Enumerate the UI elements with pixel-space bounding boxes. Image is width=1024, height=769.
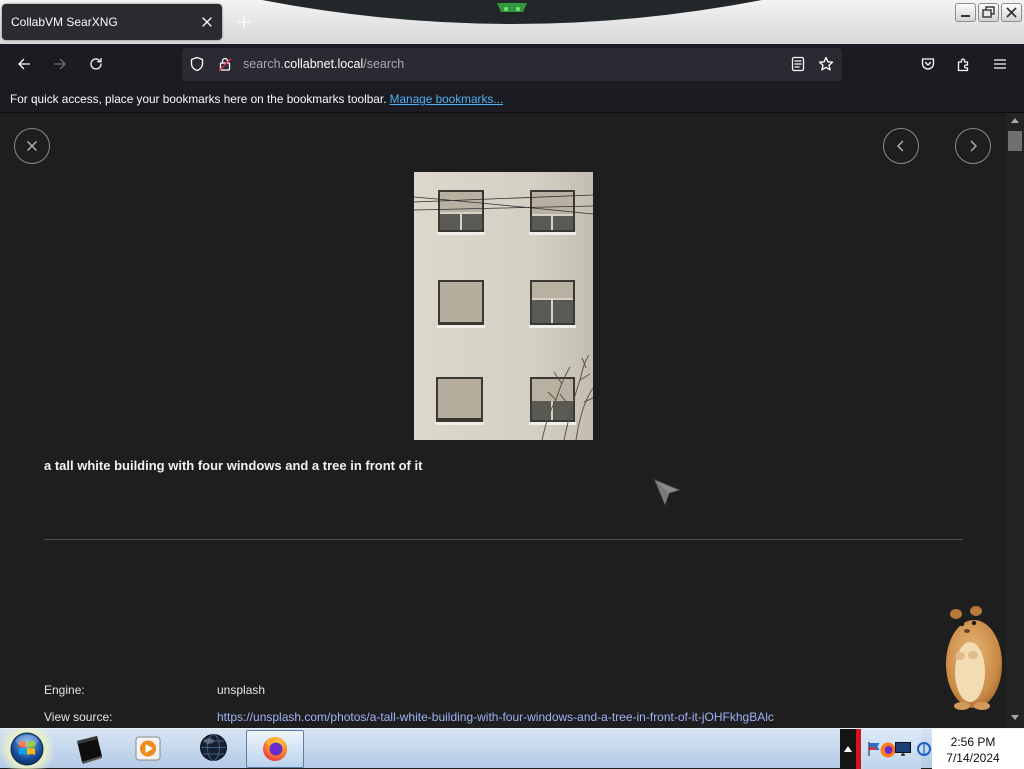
url-domain: collabnet.local (284, 57, 364, 71)
page-scrollbar[interactable] (1006, 113, 1024, 728)
hamster-overlay (946, 606, 1002, 710)
titlebar-decoration (262, 0, 762, 24)
bookmarks-hint-text: For quick access, place your bookmarks h… (10, 92, 387, 106)
scroll-down-arrow-icon[interactable] (1006, 711, 1024, 725)
pocket-button[interactable] (912, 48, 944, 80)
scroll-thumb[interactable] (1008, 131, 1022, 151)
notification-area (861, 729, 921, 769)
reader-view-icon[interactable] (790, 56, 806, 72)
next-image-button[interactable] (955, 128, 991, 164)
media-player-icon[interactable] (133, 733, 163, 763)
engine-label: Engine: (44, 683, 85, 697)
url-text[interactable]: search.collabnet.local/search (243, 57, 404, 72)
previous-image-button[interactable] (883, 128, 919, 164)
extensions-button[interactable] (948, 48, 980, 80)
clock-time: 2:56 PM (950, 735, 996, 749)
bookmark-star-icon[interactable] (818, 56, 834, 72)
reload-button[interactable] (80, 48, 112, 80)
show-hidden-icons-arrow-icon (844, 746, 852, 752)
url-subdomain: search. (243, 57, 284, 71)
display-icon[interactable] (894, 741, 912, 757)
tab-close-icon[interactable] (199, 14, 215, 30)
back-arrow-icon (16, 56, 32, 72)
start-orb-icon[interactable] (9, 731, 45, 767)
new-tab-plus-icon[interactable] (236, 14, 252, 30)
engine-value: unsplash (217, 683, 266, 697)
minimize-button[interactable] (955, 3, 976, 22)
close-detail-button[interactable] (14, 128, 50, 164)
taskbar-firefox-button[interactable] (246, 730, 304, 768)
insecure-lock-icon[interactable] (217, 56, 233, 72)
view-source-link[interactable]: https://unsplash.com/photos/a-tall-white… (217, 710, 774, 724)
extensions-puzzle-icon (956, 56, 972, 72)
pocket-icon (920, 56, 936, 72)
window-close-icon (1006, 7, 1017, 18)
black-box-app-icon[interactable] (72, 732, 106, 766)
bookmarks-toolbar-message: For quick access, place your bookmarks h… (10, 92, 503, 106)
clock-date: 7/14/2024 (946, 751, 1000, 765)
tracking-shield-icon[interactable] (189, 56, 205, 72)
image-detail-view: a tall white building with four windows … (0, 113, 1006, 728)
forward-button[interactable] (44, 48, 76, 80)
navigation-toolbar: search.collabnet.local/search (0, 44, 1024, 86)
window-close-button[interactable] (1001, 3, 1022, 22)
app-menu-button[interactable] (984, 48, 1016, 80)
forward-arrow-icon (52, 56, 68, 72)
result-image[interactable] (413, 172, 594, 441)
restore-button[interactable] (978, 3, 999, 22)
system-clock[interactable]: 2:56 PM 7/14/2024 (932, 729, 1024, 769)
scroll-up-arrow-icon[interactable] (1006, 113, 1024, 127)
mouse-cursor (654, 479, 681, 506)
restore-icon (982, 6, 995, 18)
chevron-right-icon (965, 138, 981, 154)
minimize-icon (961, 15, 970, 17)
url-path: /search (363, 57, 405, 71)
bookmarks-toolbar: For quick access, place your bookmarks h… (0, 86, 1024, 113)
address-bar[interactable]: search.collabnet.local/search (182, 48, 842, 81)
tab-collabvm-searxng[interactable]: CollabVM SearXNG (2, 4, 222, 40)
firefox-icon (263, 737, 287, 761)
close-icon (24, 138, 40, 154)
image-caption: a tall white building with four windows … (44, 458, 423, 473)
reload-icon (88, 56, 104, 72)
blue-globe-tray-icon[interactable] (916, 741, 932, 757)
tab-title: CollabVM SearXNG (11, 15, 118, 29)
hamburger-menu-icon (992, 56, 1008, 72)
taskbar: 2:56 PM 7/14/2024 (0, 728, 1024, 769)
globe-app-icon[interactable] (198, 732, 229, 763)
chevron-left-icon (893, 138, 909, 154)
title-bar: CollabVM SearXNG (0, 0, 1024, 44)
show-hidden-icons-button[interactable] (840, 729, 856, 769)
manage-bookmarks-link[interactable]: Manage bookmarks... (390, 92, 503, 106)
view-source-label: View source: (44, 710, 113, 724)
divider (44, 539, 963, 540)
back-button[interactable] (8, 48, 40, 80)
